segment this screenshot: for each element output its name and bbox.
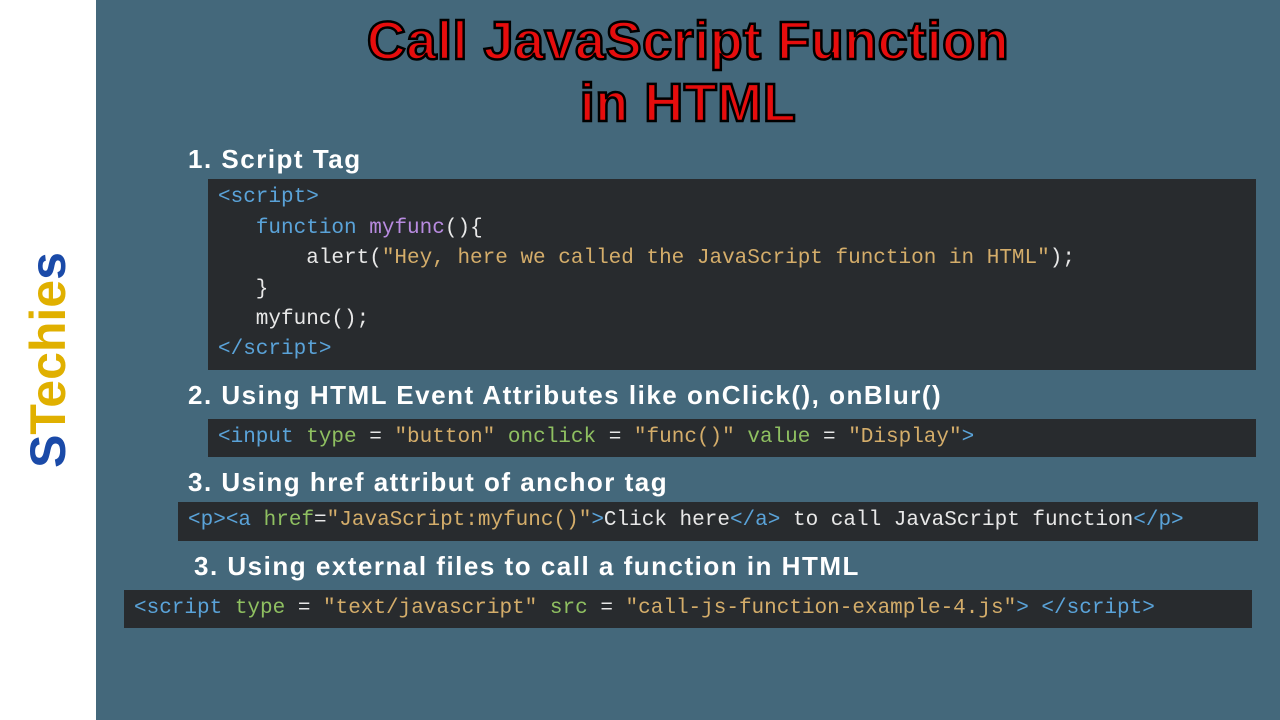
code-token: myfunc(); — [218, 308, 369, 331]
page-root: STechies Call JavaScript Functionin HTML… — [0, 0, 1280, 720]
code-block-external-file: <script type = "text/javascript" src = "… — [124, 590, 1252, 628]
code-block-event-attr: <input type = "button" onclick = "func()… — [208, 419, 1256, 457]
sidebar: STechies — [0, 0, 96, 720]
code-token: alert( — [218, 247, 382, 270]
code-token: > — [1016, 597, 1029, 620]
code-token: > — [591, 509, 604, 532]
code-token: src — [537, 597, 587, 620]
code-token: = — [588, 597, 626, 620]
heading-2: 2. Using HTML Event Attributes like onCl… — [118, 380, 1258, 411]
code-token: ); — [1050, 247, 1075, 270]
code-block-script-tag: <script> function myfunc(){ alert("Hey, … — [208, 179, 1256, 370]
code-token: function — [256, 217, 357, 240]
code-token: to call JavaScript function — [780, 509, 1133, 532]
code-token: type — [222, 597, 285, 620]
code-token — [218, 217, 256, 240]
code-token: "func()" — [634, 426, 735, 449]
code-token: value — [735, 426, 811, 449]
code-token: </a> — [730, 509, 780, 532]
code-token: <input — [218, 426, 294, 449]
code-token: Click here — [604, 509, 730, 532]
code-token: <a — [226, 509, 251, 532]
code-token: </script> — [218, 338, 331, 361]
logo-part-mid: Techie — [20, 280, 76, 435]
page-title: Call JavaScript Functionin HTML — [118, 10, 1258, 134]
code-token: <script> — [218, 186, 319, 209]
code-token: "call-js-function-example-4.js" — [626, 597, 1017, 620]
code-token: (){ — [445, 217, 483, 240]
code-token: } — [218, 278, 268, 301]
logo-part-s2: s — [20, 252, 76, 280]
code-token: = — [357, 426, 395, 449]
code-token — [357, 217, 370, 240]
heading-4: 3. Using external files to call a functi… — [118, 551, 1258, 582]
code-token: </p> — [1133, 509, 1183, 532]
code-token: myfunc — [369, 217, 445, 240]
code-token: onclick — [495, 426, 596, 449]
heading-3: 3. Using href attribut of anchor tag — [118, 467, 1258, 498]
code-token: = — [314, 509, 327, 532]
code-token: "button" — [394, 426, 495, 449]
code-token: type — [294, 426, 357, 449]
code-token — [1029, 597, 1042, 620]
brand-logo: STechies — [19, 252, 77, 468]
code-token: <script — [134, 597, 222, 620]
code-token: </script> — [1041, 597, 1154, 620]
code-token: href — [251, 509, 314, 532]
code-token: "Display" — [848, 426, 961, 449]
main-panel: Call JavaScript Functionin HTML 1. Scrip… — [96, 0, 1280, 720]
code-token: "Hey, here we called the JavaScript func… — [382, 247, 1050, 270]
code-block-anchor-href: <p><a href="JavaScript:myfunc()">Click h… — [178, 502, 1258, 540]
code-token: = — [285, 597, 323, 620]
code-token: "JavaScript:myfunc()" — [327, 509, 592, 532]
code-token: "text/javascript" — [323, 597, 537, 620]
code-token: = — [810, 426, 848, 449]
logo-part-s1: S — [20, 435, 76, 468]
code-token: = — [596, 426, 634, 449]
heading-1: 1. Script Tag — [118, 144, 1258, 175]
code-token: <p> — [188, 509, 226, 532]
code-token: > — [962, 426, 975, 449]
